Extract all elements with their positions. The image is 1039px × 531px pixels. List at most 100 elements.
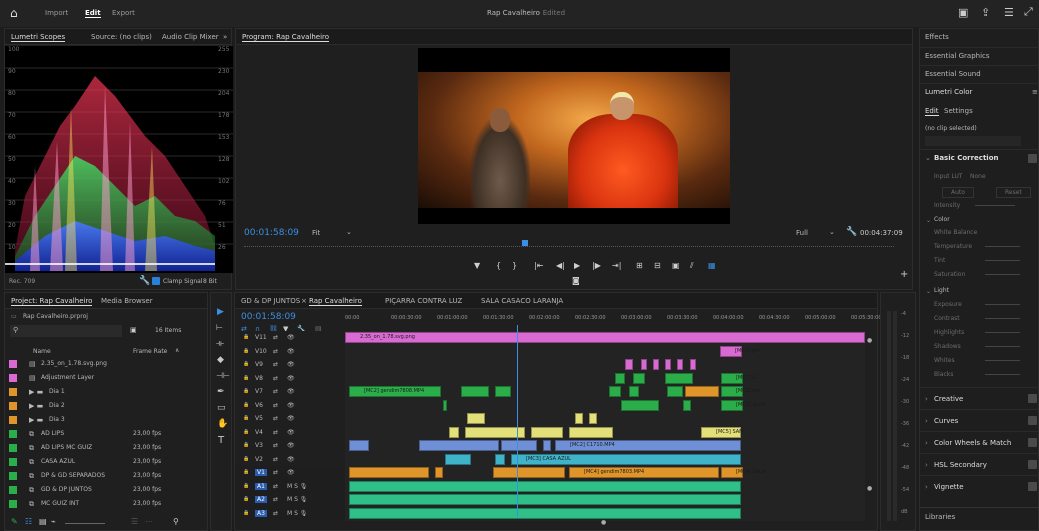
timeline-scroll-handle[interactable]: ● — [601, 519, 606, 526]
color-wheels-section[interactable]: › Color Wheels & Match — [920, 431, 1039, 453]
timeline-clip[interactable]: [MC2] ger — [721, 386, 761, 397]
freeform-view-icon[interactable]: ⌁ — [51, 517, 56, 526]
eye-icon[interactable]: 👁 — [287, 429, 295, 436]
lock-icon[interactable]: 🔒 — [243, 402, 249, 408]
fit-chevron-icon[interactable]: ⌄ — [346, 228, 352, 236]
label-color-swatch[interactable] — [9, 458, 17, 466]
sort-ascending-icon[interactable]: ∧ — [175, 347, 179, 354]
track-name[interactable]: V11 — [255, 334, 267, 341]
track-select-tool-icon[interactable]: ⊢ — [216, 323, 223, 332]
intensity-slider[interactable] — [975, 205, 1015, 206]
program-playhead[interactable] — [521, 240, 528, 246]
eye-icon[interactable]: 👁 — [287, 415, 295, 422]
timeline-clip[interactable] — [683, 399, 691, 411]
timeline-clip[interactable]: [MC3] CASA AZUL — [511, 453, 741, 465]
effects-section[interactable]: Effects — [920, 29, 1039, 47]
project-item[interactable]: ⧉ GD & DP JUNTOS 23,00 fps — [5, 483, 205, 497]
settings-icon[interactable]: ☰ — [1004, 6, 1014, 19]
vr-icon[interactable]: ▦ — [708, 261, 716, 270]
vertical-scroll-top[interactable]: ● — [867, 337, 872, 344]
tint-slider[interactable] — [985, 260, 1020, 261]
timeline-clip[interactable]: [MC4] gendim7803.MP4 — [569, 467, 719, 478]
sync-lock-icon[interactable]: ⇄ — [273, 456, 278, 463]
track-name[interactable]: V5 — [255, 415, 263, 422]
subtab-settings[interactable]: Settings — [944, 107, 973, 115]
tab-picarra-contra-luz[interactable]: PIÇARRA CONTRA LUZ — [385, 297, 462, 305]
light-subsection[interactable]: Light — [934, 287, 949, 294]
timeline-playhead[interactable] — [516, 325, 518, 517]
essential-sound-section[interactable]: Essential Sound — [920, 65, 1039, 83]
project-item[interactable]: ▶ ▬ Dia 3 — [5, 413, 205, 427]
timeline-clip[interactable] — [349, 480, 741, 492]
label-color-swatch[interactable] — [9, 402, 17, 410]
libraries-section[interactable]: Libraries — [920, 507, 1039, 529]
label-color-swatch[interactable] — [9, 444, 17, 452]
lock-icon[interactable]: 🔒 — [243, 429, 249, 435]
track-name[interactable]: V3 — [255, 442, 263, 449]
go-to-in-icon[interactable]: |⇤ — [534, 261, 543, 270]
track-name[interactable]: V10 — [255, 348, 267, 355]
label-color-swatch[interactable] — [9, 416, 17, 424]
panel-overflow-icon[interactable]: » — [223, 33, 227, 41]
tab-media-browser[interactable]: Media Browser — [101, 297, 153, 305]
timeline-clip[interactable] — [569, 426, 613, 438]
essential-graphics-section[interactable]: Essential Graphics — [920, 47, 1039, 65]
step-forward-icon[interactable]: |▶ — [592, 261, 601, 270]
timeline-clip[interactable] — [633, 372, 645, 384]
timeline-clip[interactable]: [MC7] G — [721, 372, 756, 384]
lock-icon[interactable]: 🔒 — [243, 510, 249, 516]
project-search-input[interactable]: ⚲ — [10, 325, 122, 337]
track-name[interactable]: V1 — [255, 469, 267, 476]
pen-tool-icon[interactable]: ✒ — [217, 387, 225, 397]
razor-tool-icon[interactable]: ◆ — [217, 355, 224, 365]
timeline-clip[interactable] — [349, 440, 369, 451]
eye-icon[interactable]: 👁 — [287, 361, 295, 368]
menu-export[interactable]: Export — [112, 9, 135, 17]
saturation-slider[interactable] — [985, 274, 1020, 275]
timeline-clip[interactable] — [575, 413, 583, 424]
program-timecode[interactable]: 00:01:58:09 — [244, 228, 299, 238]
mark-in-icon[interactable]: { — [496, 261, 501, 270]
new-bin-icon[interactable]: ▣ — [130, 326, 137, 334]
sync-lock-icon[interactable]: ⇄ — [273, 334, 278, 341]
timeline-ruler[interactable]: 00:00 00:00:30:00 00:01:00:00 00:01:30:00 00… — [345, 313, 882, 327]
track-name[interactable]: V6 — [255, 402, 263, 409]
timeline-clip[interactable] — [615, 372, 625, 384]
sync-lock-icon[interactable]: ⇄ — [273, 415, 278, 422]
tab-gd-dp-juntos[interactable]: GD & DP JUNTOS — [241, 297, 300, 305]
timeline-clip[interactable] — [667, 386, 683, 397]
project-item[interactable]: ▤ 2.35_on_1.78.svg.png — [5, 357, 205, 371]
label-color-swatch[interactable] — [9, 472, 17, 480]
share-icon[interactable]: ⇪ — [981, 6, 990, 19]
write-protect-icon[interactable]: ✎ — [11, 517, 18, 526]
sync-lock-icon[interactable]: ⇄ — [273, 348, 278, 355]
track-name[interactable]: V8 — [255, 375, 263, 382]
curves-section[interactable]: › Curves — [920, 409, 1039, 431]
lock-icon[interactable]: 🔒 — [243, 469, 249, 475]
sync-lock-icon[interactable]: ⇄ — [273, 429, 278, 436]
eye-icon[interactable]: 👁 — [287, 456, 295, 463]
eye-icon[interactable]: 👁 — [287, 348, 295, 355]
creative-section[interactable]: › Creative — [920, 387, 1039, 409]
exposure-slider[interactable] — [985, 304, 1020, 305]
workspaces-icon[interactable]: ▣ — [958, 6, 968, 19]
lock-icon[interactable]: 🔒 — [243, 375, 249, 381]
step-back-icon[interactable]: ◀| — [556, 261, 565, 270]
timeline-clip[interactable] — [621, 399, 659, 411]
label-color-swatch[interactable] — [9, 500, 17, 508]
color-subsection[interactable]: Color — [934, 216, 950, 223]
timeline-clip[interactable]: [MC5] SAN — [701, 426, 743, 438]
timeline-clip[interactable] — [501, 440, 537, 451]
mute-solo-icon[interactable]: M S 🎙 — [287, 510, 307, 517]
close-tab-icon[interactable]: × — [301, 297, 307, 305]
auto-button[interactable]: Auto — [942, 187, 974, 198]
label-color-swatch[interactable] — [9, 486, 17, 494]
sync-lock-icon[interactable]: ⇄ — [273, 469, 278, 476]
extract-icon[interactable]: ⊟ — [654, 261, 661, 270]
timeline-clip[interactable] — [467, 413, 485, 424]
whites-slider[interactable] — [985, 360, 1020, 361]
timeline-clip[interactable] — [665, 359, 671, 370]
timeline-clip[interactable] — [589, 413, 597, 424]
clip-select[interactable] — [925, 136, 1021, 146]
comparison-icon[interactable]: ⫽ — [690, 261, 694, 271]
